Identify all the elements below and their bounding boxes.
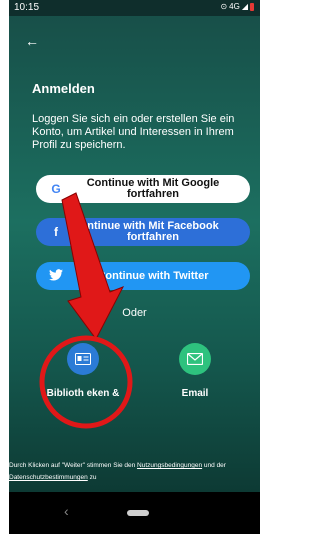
email-login-option[interactable]: Email <box>155 343 235 401</box>
twitter-login-button[interactable]: Continue with Twitter <box>36 262 250 290</box>
network-label: 4G <box>229 2 240 11</box>
divider-text: Oder <box>122 307 147 319</box>
google-icon: G <box>51 182 61 196</box>
footer-middle: und der <box>202 462 226 469</box>
footer-suffix: zu <box>87 474 97 481</box>
page-title: Anmelden <box>32 81 95 96</box>
footer-prefix: Durch Klicken auf "Weiter" stimmen Sie d… <box>9 462 138 469</box>
facebook-login-button[interactable]: f ntinue with Mit Facebook fortfahren <box>36 218 250 246</box>
library-card-icon <box>67 343 99 375</box>
terms-footer: Durch Klicken auf "Weiter" stimmen Sie d… <box>9 460 260 484</box>
battery-icon <box>250 2 254 11</box>
page-description: Loggen Sie sich ein oder erstellen Sie e… <box>32 113 235 151</box>
alarm-icon: ⊙ <box>220 2 228 11</box>
terms-link[interactable]: Nutzungsbedingungen <box>137 462 202 469</box>
email-icon <box>179 343 211 375</box>
google-login-label: Continue with Mit Google fortfahren <box>86 177 220 200</box>
nav-home-pill[interactable] <box>127 510 149 516</box>
phone-frame: 10:15 ⊙ 4G ◢ ← Anmelden Loggen Sie sich … <box>9 0 260 534</box>
library-login-option[interactable]: Biblioth eken & <box>43 343 123 401</box>
signal-icon: ◢ <box>241 2 248 11</box>
facebook-icon: f <box>54 225 58 239</box>
library-option-label: Biblioth eken & <box>46 388 120 399</box>
back-arrow-icon[interactable]: ← <box>25 33 39 49</box>
twitter-icon <box>44 268 68 284</box>
email-option-label: Email <box>181 388 209 399</box>
facebook-login-label: ntinue with Mit Facebook fortfahren <box>87 220 219 243</box>
privacy-link[interactable]: Datenschutzbestimmungen <box>9 474 88 481</box>
android-nav-bar: ‹ <box>9 492 260 534</box>
nav-back-icon[interactable]: ‹ <box>64 503 69 519</box>
status-icons: ⊙ 4G ◢ <box>220 2 254 11</box>
screen: 10:15 ⊙ 4G ◢ ← Anmelden Loggen Sie sich … <box>9 0 260 492</box>
twitter-login-label: Continue with Twitter <box>97 269 209 282</box>
status-time: 10:15 <box>14 2 40 13</box>
status-bar: 10:15 ⊙ 4G ◢ <box>9 0 260 16</box>
google-login-button[interactable]: G Continue with Mit Google fortfahren <box>36 175 250 203</box>
